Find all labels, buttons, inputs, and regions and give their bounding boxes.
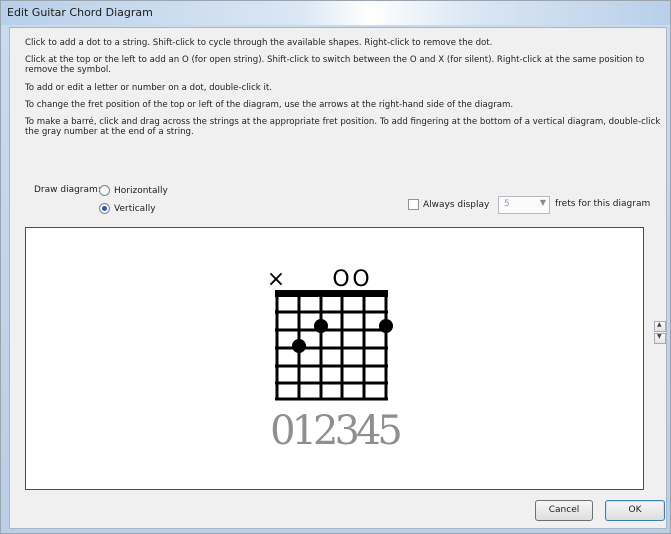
frets-count-select[interactable]: 5 ▼ — [498, 196, 550, 214]
fingering-numbers[interactable]: 012345 — [26, 408, 643, 454]
radio-indicator — [99, 185, 110, 196]
window-title: Edit Guitar Chord Diagram — [7, 6, 153, 19]
finger-dot-string-6-fret-2 — [379, 319, 393, 333]
checkbox-box — [408, 199, 419, 210]
instruction-barre-cont: the gray number at the end of a string. — [25, 127, 194, 137]
radio-indicator-selected — [99, 203, 110, 214]
instruction-open-string-cont: remove the symbol. — [25, 65, 111, 75]
title-bar[interactable]: Edit Guitar Chord Diagram — [1, 1, 670, 25]
chord-diagram-canvas[interactable]: × O O 012345 — [25, 227, 644, 490]
frets-suffix-label: frets for this diagram — [555, 199, 651, 209]
chevron-down-icon: ▼ — [539, 198, 546, 207]
ok-button[interactable]: OK — [605, 500, 665, 521]
radio-label: Vertically — [114, 203, 156, 214]
arrow-down-icon: ▼ — [657, 333, 662, 340]
finger-dot-string-2-fret-3 — [292, 339, 306, 353]
nut — [275, 290, 388, 297]
arrow-up-icon: ▲ — [657, 321, 662, 328]
instruction-add-dot: Click to add a dot to a string. Shift-cl… — [25, 38, 493, 48]
radio-horizontally[interactable]: Horizontally — [99, 185, 168, 196]
radio-vertically[interactable]: Vertically — [99, 203, 156, 214]
radio-label: Horizontally — [114, 185, 168, 196]
dialog-window: Edit Guitar Chord Diagram Click to add a… — [0, 0, 671, 534]
checkbox-label: Always display — [423, 199, 490, 210]
frets-count-value: 5 — [504, 199, 510, 209]
instruction-fret-position: To change the fret position of the top o… — [25, 100, 514, 110]
draw-diagram-label: Draw diagram: — [34, 185, 101, 195]
always-display-checkbox[interactable]: Always display — [408, 199, 489, 210]
fret-up-button[interactable]: ▲ — [654, 321, 666, 332]
fret-down-button[interactable]: ▼ — [654, 333, 666, 344]
symbol-o-string-5: O — [352, 267, 369, 292]
instruction-letter: To add or edit a letter or number on a d… — [25, 83, 272, 93]
finger-dot-string-3-fret-2 — [314, 319, 328, 333]
cancel-button[interactable]: Cancel — [535, 500, 593, 521]
frets — [275, 310, 388, 401]
symbol-o-string-4: O — [332, 267, 349, 292]
symbol-x-string-1: × — [267, 267, 285, 292]
dialog-body: Click to add a dot to a string. Shift-cl… — [9, 27, 667, 529]
